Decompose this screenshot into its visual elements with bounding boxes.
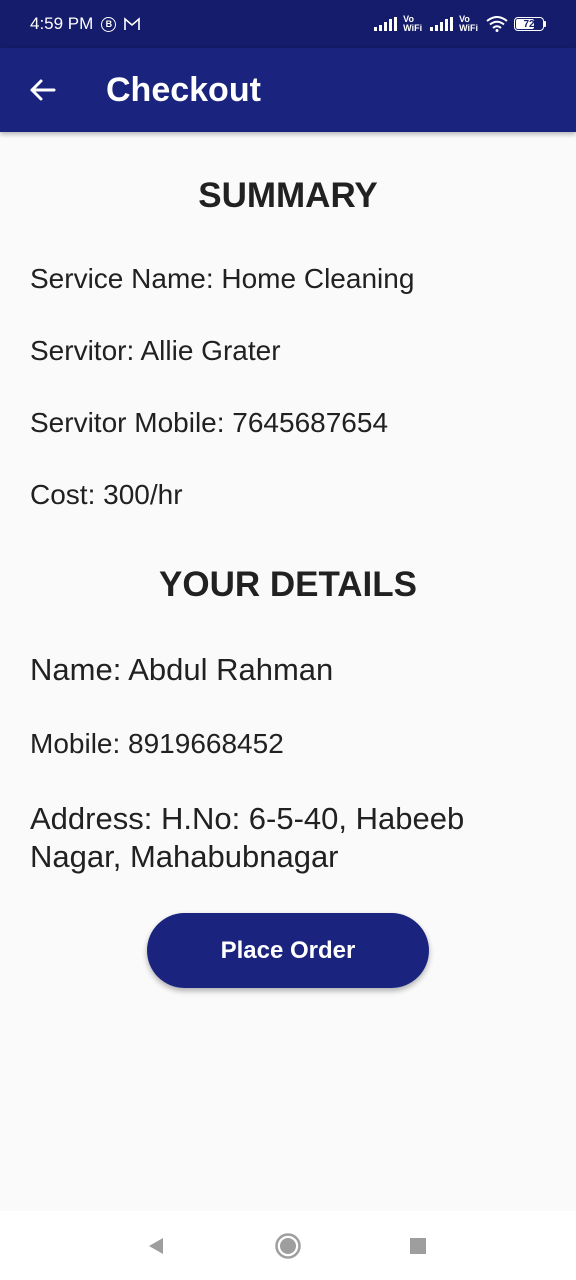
back-button[interactable] — [22, 70, 62, 110]
nav-recents-button[interactable] — [398, 1226, 438, 1266]
battery-body: 72 — [514, 17, 544, 31]
battery-level: 72 — [523, 18, 535, 30]
vowifi-icon-2: Vo WiFi — [459, 15, 478, 33]
service-name-text: Service Name: Home Cleaning — [30, 263, 415, 294]
vowifi-bottom-text: WiFi — [403, 23, 423, 33]
circle-home-icon — [275, 1232, 301, 1259]
status-right: Vo WiFi Vo WiFi 72 — [374, 15, 546, 33]
status-left: 4:59 PM B — [30, 14, 141, 34]
cost-text: Cost: 300/hr — [30, 479, 183, 510]
app-bar: Checkout — [0, 48, 576, 132]
page-title: Checkout — [106, 70, 261, 109]
signal-icon-2 — [430, 17, 454, 31]
name-text: Name: Abdul Rahman — [30, 652, 334, 687]
navigation-bar — [0, 1211, 576, 1280]
wifi-icon — [486, 16, 508, 32]
summary-heading: SUMMARY — [198, 176, 378, 215]
status-bar: 4:59 PM B Vo WiFi Vo WiFi 72 — [0, 0, 576, 48]
address-text: Address: H.No: 6-5-40, Habeeb Nagar, Mah… — [30, 801, 465, 874]
servitor-text: Servitor: Allie Grater — [30, 335, 281, 366]
square-recents-icon — [410, 1237, 426, 1254]
vowifi-bottom-text-2: WiFi — [459, 23, 478, 33]
nav-back-button[interactable] — [136, 1226, 176, 1266]
battery-tip — [544, 21, 546, 27]
battery-icon: 72 — [514, 17, 546, 31]
servitor-mobile-text: Servitor Mobile: 7645687654 — [30, 407, 389, 438]
place-order-button[interactable]: Place Order — [147, 913, 429, 988]
nav-home-button[interactable] — [268, 1226, 308, 1266]
arrow-left-icon — [30, 79, 56, 101]
vowifi-icon: Vo WiFi — [403, 15, 422, 33]
signal-icon — [374, 17, 398, 31]
status-time: 4:59 PM — [30, 14, 94, 33]
mobile-text: Mobile: 8919668452 — [30, 728, 284, 759]
your-details-heading: YOUR DETAILS — [159, 565, 417, 604]
triangle-back-icon — [149, 1237, 163, 1254]
gmail-icon — [124, 16, 141, 32]
notification-b-icon: B — [101, 16, 117, 32]
